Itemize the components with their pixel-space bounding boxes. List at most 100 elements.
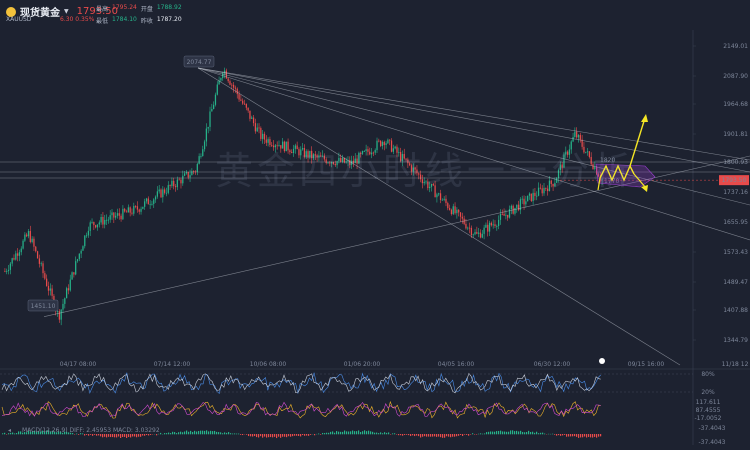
macd-bar xyxy=(120,434,122,438)
candle-body xyxy=(62,303,64,310)
macd-bar xyxy=(308,434,310,436)
macd-bar xyxy=(4,432,6,435)
candle-body xyxy=(254,123,257,132)
macd-bar xyxy=(222,433,224,435)
candle-body xyxy=(85,235,88,237)
macd-bar xyxy=(94,434,96,435)
candle-body xyxy=(164,189,166,193)
candle-body xyxy=(27,231,30,237)
candle-body xyxy=(56,311,59,312)
candle-body xyxy=(461,216,463,219)
x-tick-label: 04/17 08:00 xyxy=(60,361,97,368)
candle-body xyxy=(492,224,494,226)
candle-body xyxy=(516,204,518,208)
macd-bar xyxy=(530,431,532,435)
macd-bar xyxy=(2,433,4,435)
macd-bar xyxy=(290,434,292,437)
realtime-marker-icon xyxy=(599,358,605,364)
macd-bar xyxy=(416,434,418,436)
candle-body xyxy=(82,246,84,251)
collapse-arrow-icon[interactable]: ◂ xyxy=(8,427,11,434)
macd-bar xyxy=(330,431,332,435)
macd-bar xyxy=(108,434,110,437)
y-tick-label: 2087.90 xyxy=(723,73,748,80)
candle-body xyxy=(111,212,113,216)
macd-bar xyxy=(418,434,420,437)
candle-body xyxy=(11,258,13,264)
macd-bar xyxy=(328,432,330,435)
macd-bar xyxy=(146,434,148,436)
candle-body xyxy=(31,238,33,243)
macd-bar xyxy=(88,434,90,436)
candle-body xyxy=(579,135,581,140)
macd-bar xyxy=(388,432,390,435)
macd-bar xyxy=(150,434,152,435)
macd-bar xyxy=(402,434,404,436)
macd-bar xyxy=(446,434,448,437)
current-price-tag-label: 1793.50 xyxy=(722,177,747,184)
macd-bar xyxy=(272,434,274,438)
macd-bar xyxy=(382,433,384,435)
macd-bar xyxy=(394,433,396,435)
macd-bar xyxy=(104,434,106,437)
macd-bar xyxy=(420,434,422,438)
macd-bar xyxy=(536,431,538,435)
candle-body xyxy=(213,104,215,110)
up-arrow-icon xyxy=(641,114,648,122)
candle-body xyxy=(46,278,48,286)
candle-body xyxy=(467,227,469,229)
candle-body xyxy=(577,135,580,138)
macd-bar xyxy=(112,434,114,438)
candle-body xyxy=(9,263,11,270)
candle-body xyxy=(494,224,496,227)
macd-bar xyxy=(440,434,442,438)
candle-body xyxy=(238,94,240,100)
macd-bar xyxy=(116,434,118,438)
candle-body xyxy=(258,127,260,129)
macd-bar xyxy=(428,434,430,437)
macd-bar xyxy=(466,434,468,435)
macd-bar xyxy=(570,434,572,437)
macd-bar xyxy=(554,434,556,435)
macd-bar xyxy=(576,434,578,437)
macd-bar xyxy=(180,431,182,435)
macd-bar xyxy=(270,434,272,438)
macd-bar xyxy=(444,434,446,438)
candle-body xyxy=(501,213,503,215)
candle-body xyxy=(49,288,51,291)
macd-bar xyxy=(380,432,382,435)
macd-bar xyxy=(426,434,428,437)
macd-bar xyxy=(298,434,300,436)
candle-body xyxy=(178,179,180,181)
candle-body xyxy=(104,220,106,225)
trend-line[interactable] xyxy=(197,67,681,366)
macd-bar xyxy=(540,432,542,435)
candle-body xyxy=(505,214,507,216)
candle-body xyxy=(174,186,177,188)
candle-body xyxy=(229,81,231,85)
price-chart[interactable]: 2149.01 2087.90 1964.68 1901.81 1800.93 1737.… xyxy=(0,0,750,450)
candle-body xyxy=(245,103,247,108)
macd-bar xyxy=(200,430,202,435)
candle-body xyxy=(89,222,91,231)
candle-body xyxy=(156,191,159,197)
candle-body xyxy=(527,195,529,202)
macd-bar xyxy=(90,434,92,435)
macd-bar xyxy=(274,434,276,437)
macd-bar xyxy=(454,434,456,437)
kdj-level-low: 20% xyxy=(701,389,715,396)
macd-bar xyxy=(358,430,360,435)
macd-bar xyxy=(436,434,438,437)
macd-bar xyxy=(344,430,346,435)
macd-bar xyxy=(598,434,600,437)
macd-bar xyxy=(102,434,104,438)
macd-bar xyxy=(212,431,214,435)
candle-body xyxy=(13,258,15,260)
macd-bar xyxy=(488,431,490,435)
candle-body xyxy=(220,78,222,81)
candle-body xyxy=(147,198,149,205)
macd-bar xyxy=(332,431,334,435)
candle-body xyxy=(24,234,26,241)
macd-bar xyxy=(560,434,562,436)
macd-bar xyxy=(304,434,306,436)
